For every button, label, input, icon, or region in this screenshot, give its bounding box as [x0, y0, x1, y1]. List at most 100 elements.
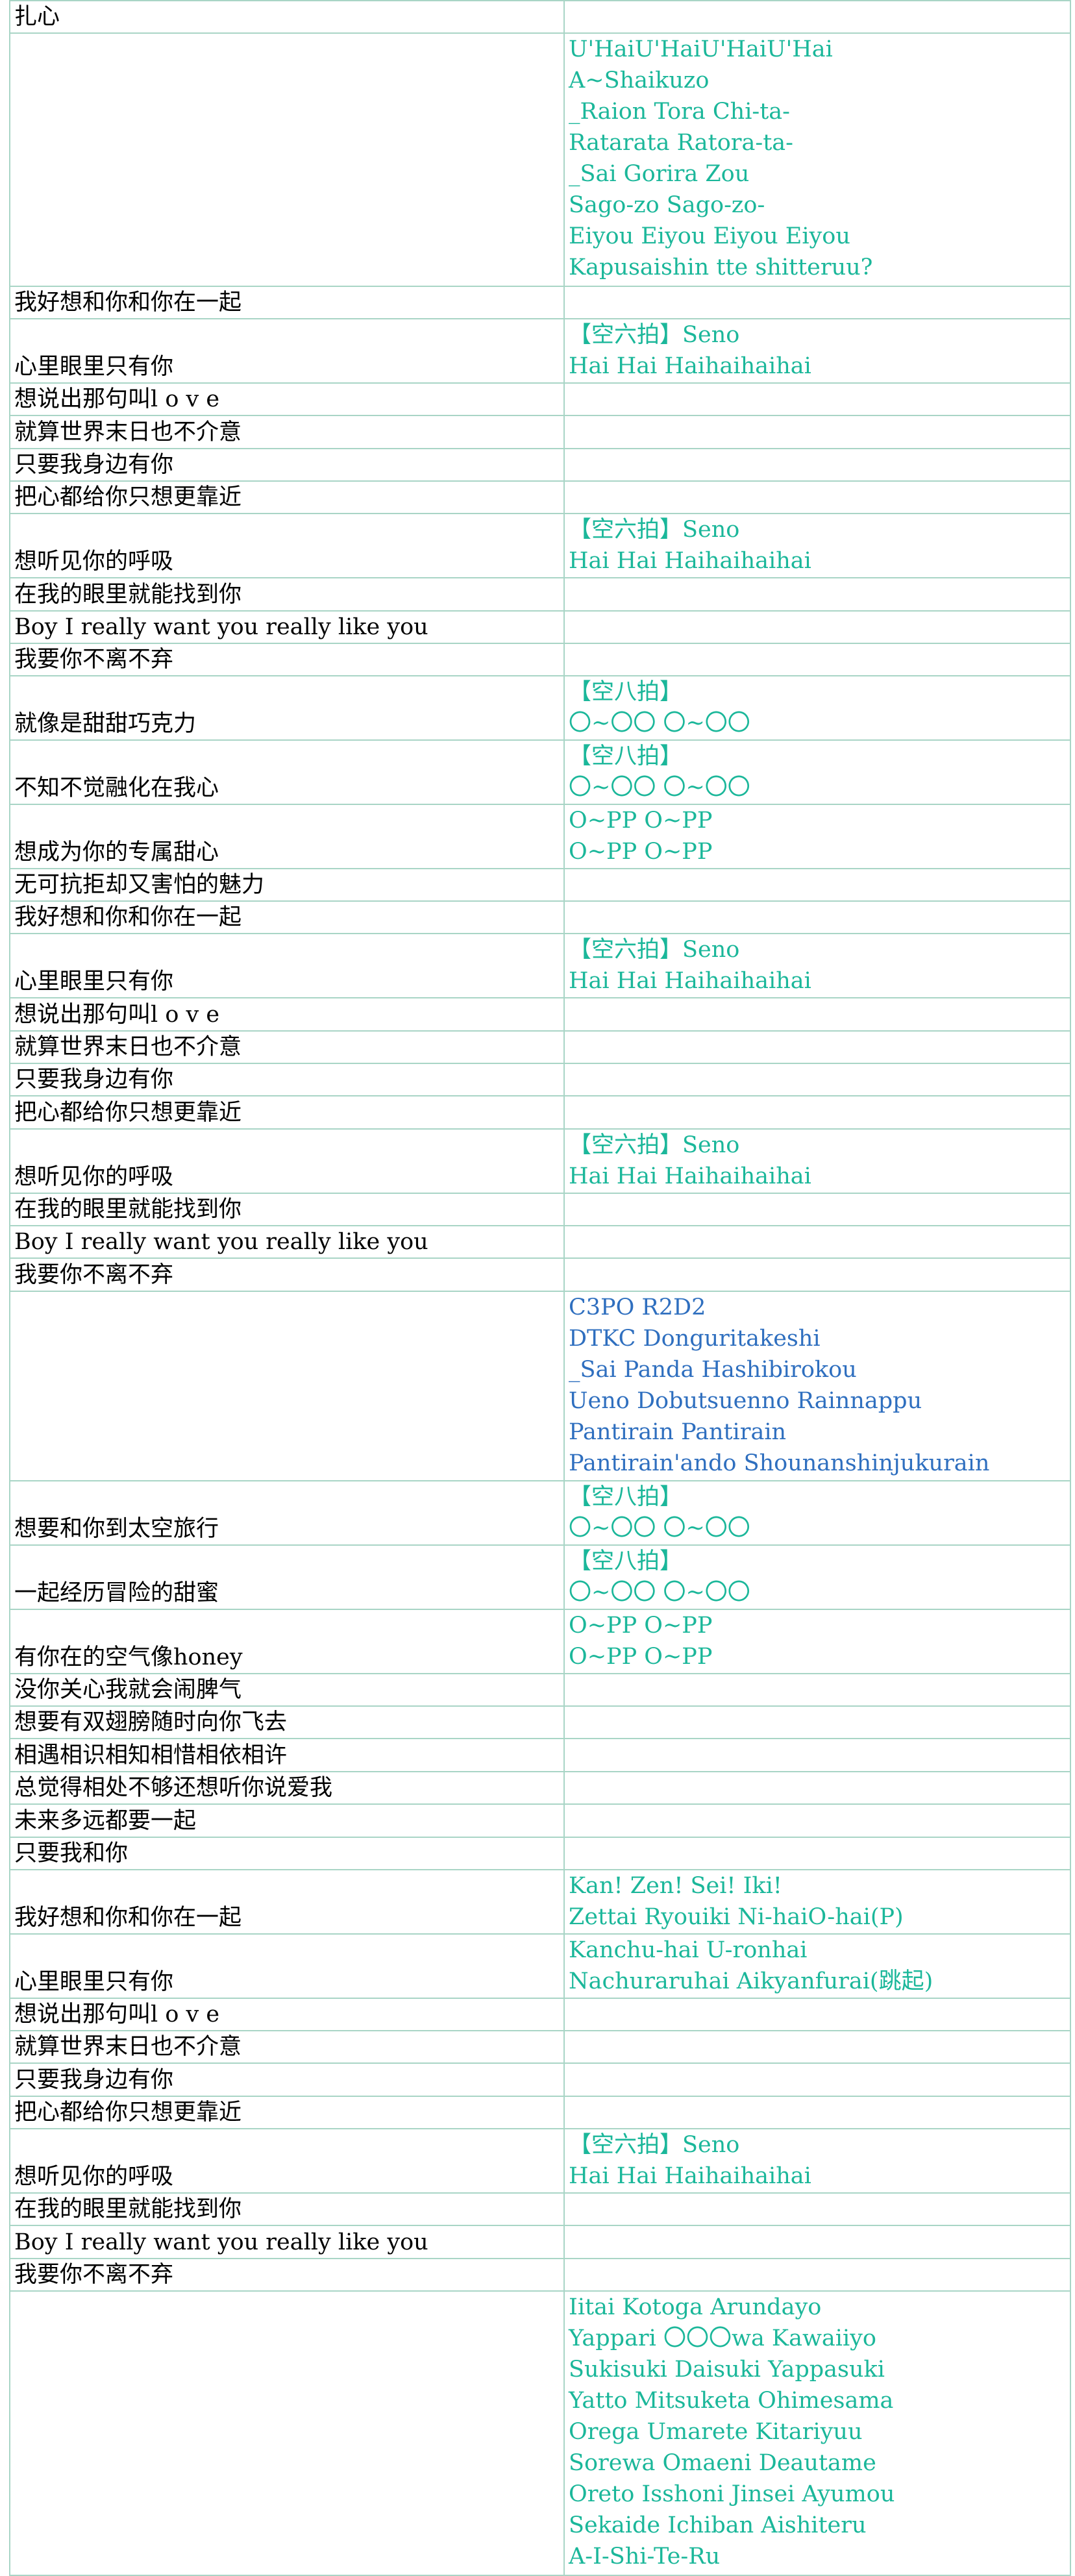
lyric-text: 我要你不离不弃 [14, 2262, 174, 2288]
call-cell [563, 1836, 1071, 1870]
table-row: 把心都给你只想更靠近 [9, 1095, 1071, 1130]
call-cell [563, 2029, 1071, 2064]
table-row: 就像是甜甜巧克力 【空八拍】 〇~〇〇 〇~〇〇 [9, 675, 1071, 741]
lyric-text: 我要你不离不弃 [14, 1261, 174, 1288]
table-row: 只要我和你 [9, 1836, 1071, 1870]
call-cell [563, 1672, 1071, 1707]
call-line: O~PP O~PP [569, 838, 713, 865]
call-cell: 【空八拍】 〇~〇〇 〇~〇〇 [563, 675, 1071, 741]
lyric-cell: 想听见你的呼吸 [9, 1128, 565, 1194]
call-cell [563, 2095, 1071, 2130]
lyric-cell: 心里眼里只有你 [9, 933, 565, 999]
lyric-cell: 只要我和你 [9, 1836, 565, 1870]
lyric-text: 只要我身边有你 [14, 2066, 174, 2093]
lyric-text: 想说出那句叫l o v e [14, 386, 220, 413]
lyric-cell: 只要我身边有你 [9, 447, 565, 482]
call-line: 〇~〇〇 〇~〇〇 [569, 774, 750, 801]
lyric-text: 就算世界末日也不介意 [14, 2034, 242, 2061]
lyric-text: 我好想和你和你在一起 [14, 289, 242, 316]
lyric-text: 只要我身边有你 [14, 1067, 174, 1093]
lyric-text: 在我的眼里就能找到你 [14, 1196, 242, 1223]
table-row: 心里眼里只有你 Kanchu-hai U-ronhai Nachuraruhai A… [9, 1933, 1071, 1999]
table-row: 我要你不离不弃 [9, 1257, 1071, 1292]
call-cell [563, 900, 1071, 935]
lyric-text: 想说出那句叫l o v e [14, 1001, 220, 1028]
lyrics-call-sheet: 扎心 U'HaiU'HaiU'HaiU'Hai A~Shaikuzo _Raion T… [9, 0, 1071, 2576]
call-line: _Raion Tora Chi-ta- [569, 99, 790, 125]
lyric-cell: 想要有双翅膀随时向你飞去 [9, 1705, 565, 1740]
lyric-cell [9, 2290, 565, 2576]
call-cell [563, 997, 1071, 1032]
lyric-text: 我要你不离不弃 [14, 647, 174, 673]
lyric-cell: 在我的眼里就能找到你 [9, 577, 565, 612]
call-line: Oreto Isshoni Jinsei Ayumou [569, 2481, 895, 2508]
lyric-text: 在我的眼里就能找到你 [14, 581, 242, 608]
lyric-cell [9, 32, 565, 287]
table-row: 只要我身边有你 [9, 2062, 1071, 2097]
lyric-text: 我好想和你和你在一起 [14, 1904, 242, 1931]
lyric-cell: 只要我身边有你 [9, 2062, 565, 2097]
lyric-text: 一起经历冒险的甜蜜 [14, 1579, 219, 1606]
lyric-cell: 只要我身边有你 [9, 1063, 565, 1097]
call-line: U'HaiU'HaiU'HaiU'Hai [569, 36, 833, 63]
lyric-cell: 心里眼里只有你 [9, 317, 565, 384]
lyric-cell: 我要你不离不弃 [9, 2257, 565, 2292]
call-cell: 【空六拍】Seno Hai Hai Haihaihaihai [563, 317, 1071, 384]
call-cell: O~PP O~PP O~PP O~PP [563, 1608, 1071, 1674]
table-row: 我好想和你和你在一起 [9, 900, 1071, 935]
call-line: Pantirain'ando Shounanshinjukurain [569, 1450, 990, 1476]
lyric-cell: 未来多远都要一起 [9, 1803, 565, 1838]
lyric-cell: 扎心 [9, 0, 565, 34]
call-line: Nachuraruhai Aikyanfurai(跳起) [569, 1968, 933, 1994]
call-cell [563, 382, 1071, 417]
table-row: 我要你不离不弃 [9, 642, 1071, 677]
table-row: 相遇相识相知相惜相依相许 [9, 1738, 1071, 1772]
call-line: A-I-Shi-Te-Ru [569, 2544, 721, 2570]
call-line: 〇~〇〇 〇~〇〇 [569, 1515, 750, 1542]
call-line: Kanchu-hai U-ronhai [569, 1937, 808, 1963]
call-line: _Sai Gorira Zou [569, 161, 750, 188]
sheet-body: 扎心 U'HaiU'HaiU'HaiU'Hai A~Shaikuzo _Raion T… [9, 0, 1071, 2576]
call-cell [563, 1705, 1071, 1740]
lyric-cell: 一起经历冒险的甜蜜 [9, 1544, 565, 1610]
table-row: 把心都给你只想更靠近 [9, 2095, 1071, 2130]
call-line: Hai Hai Haihaihaihai [569, 2163, 811, 2190]
lyric-text: 把心都给你只想更靠近 [14, 2099, 242, 2126]
lyric-cell: 想听见你的呼吸 [9, 513, 565, 579]
call-cell: Iitai Kotoga Arundayo Yappari 〇〇〇wa Kawai… [563, 2290, 1071, 2576]
table-row: Boy I really want you really like you [9, 2225, 1071, 2259]
call-cell [563, 1095, 1071, 1130]
lyric-cell: 我要你不离不弃 [9, 1257, 565, 1292]
call-line: Hai Hai Haihaihaihai [569, 968, 811, 995]
call-line: O~PP O~PP [569, 807, 713, 834]
call-line: Zettai Ryouiki Ni-haiO-hai(P) [569, 1903, 904, 1930]
lyric-cell: 就算世界末日也不介意 [9, 415, 565, 449]
lyric-cell: 我好想和你和你在一起 [9, 900, 565, 935]
table-row: 就算世界末日也不介意 [9, 1030, 1071, 1065]
call-line: Sukisuki Daisuki Yappasuki [569, 2357, 885, 2383]
table-row: 我好想和你和你在一起 [9, 285, 1071, 319]
lyric-cell: 心里眼里只有你 [9, 1933, 565, 1999]
call-cell [563, 1030, 1071, 1065]
lyric-cell: Boy I really want you really like you [9, 610, 565, 644]
lyric-cell: 相遇相识相知相惜相依相许 [9, 1738, 565, 1772]
lyric-cell: 想说出那句叫l o v e [9, 1997, 565, 2031]
lyric-text: 总觉得相处不够还想听你说爱我 [14, 1775, 333, 1802]
call-cell [563, 1997, 1071, 2031]
call-cell [563, 0, 1071, 34]
call-line: Ueno Dobutsuenno Rainnappu [569, 1387, 922, 1414]
call-cell [563, 2062, 1071, 2097]
call-cell [563, 415, 1071, 449]
lyric-text: 想要和你到太空旅行 [14, 1515, 219, 1542]
call-cell: 【空八拍】 〇~〇〇 〇~〇〇 [563, 1480, 1071, 1546]
table-row: 未来多远都要一起 [9, 1803, 1071, 1838]
call-cell [563, 1803, 1071, 1838]
lyric-text: Boy I really want you really like you [14, 613, 428, 640]
lyric-text: 心里眼里只有你 [14, 1968, 174, 1995]
call-line: Hai Hai Haihaihaihai [569, 1163, 811, 1189]
lyric-cell: 我好想和你和你在一起 [9, 285, 565, 319]
table-row: 就算世界末日也不介意 [9, 2029, 1071, 2064]
table-row: 想说出那句叫l o v e [9, 997, 1071, 1032]
table-row: Boy I really want you really like you [9, 1225, 1071, 1259]
lyric-text: 只要我身边有你 [14, 451, 174, 478]
